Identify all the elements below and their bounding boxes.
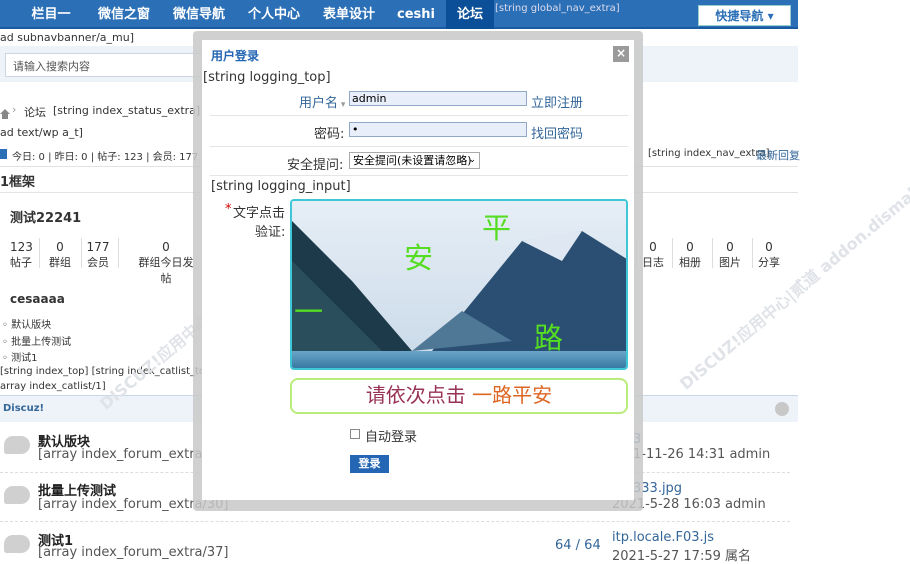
forum-last-post-meta: 1-11-26 14:31 admin [633,447,771,462]
username-label-text: 用户名 [299,96,339,111]
register-link[interactable]: 立即注册 [531,92,583,111]
cesaaaa-item[interactable]: ◦ 默认版块 [2,316,51,331]
forum-icon [4,486,30,504]
home-icon[interactable] [0,104,10,119]
stat-members-label: 会员 [87,256,109,269]
search-input[interactable]: 请输入搜索内容 [5,53,205,77]
nav-item-weixin-nav[interactable]: 微信导航 [162,0,236,29]
stat-blog-label: 日志 [642,256,664,269]
captcha-char[interactable]: 一 [294,289,323,331]
captcha-label-line1: 文字点击 [233,206,286,221]
cesaaaa-item-label: 测试1 [11,353,38,364]
cesaaaa-item[interactable]: ◦ 批量上传测试 [2,333,71,348]
cesaaaa-item-label: 批量上传测试 [11,337,72,348]
stat-image-num: 0 [726,240,734,254]
stat-share-num: 0 [765,240,773,254]
captcha-hint-prefix: 请依次点击 [365,383,473,407]
forum-last-post[interactable]: itp.locale.F03.js [612,530,714,545]
chevron-down-icon: ⌄ [468,155,476,165]
collapse-icon[interactable] [775,402,789,416]
stat-group-today-num: 0 [162,240,170,254]
stat-blog-num: 0 [649,240,657,254]
breadcrumb-current[interactable]: 论坛 [24,104,46,120]
username-label[interactable]: 用户名 ▾ [299,92,345,111]
forum-icon [4,535,30,553]
captcha-hint-target: 一路平安 [472,383,553,407]
stat-posts-label: 帖子 [10,256,32,269]
password-label: 密码: [314,127,345,142]
find-password-link[interactable]: 找回密码 [531,123,583,142]
stat-members-num: 177 [86,240,110,254]
stat-album-label: 相册 [679,256,701,269]
nav-item-weixin-window[interactable]: 微信之窗 [88,0,160,29]
dialog-title: 用户登录 [211,49,260,63]
required-star: * [225,202,232,217]
stat-group-today-label: 群组今日发帖 [138,256,194,285]
stats-line: 今日: 0 | 昨日: 0 | 帖子: 123 | 会员: 177 [12,152,199,163]
nav-item-forum[interactable]: 论坛 [446,0,494,29]
username-input[interactable]: admin [349,91,527,106]
autologin-checkbox[interactable] [350,429,360,439]
captcha-landscape-image [292,201,626,368]
index-top-text: [string index_top] [string index_catlist… [0,366,216,377]
captcha-image[interactable]: 平 安 一 路 [290,199,628,370]
stat-posts-num: 123 [10,240,33,254]
stat-groups-num: 0 [56,240,64,254]
cesaaaa-title[interactable]: cesaaaa [10,292,65,306]
captcha-label-line2: 验证: [255,225,286,240]
index-nav-extra: [string index_nav_extra] [648,148,770,159]
security-question-label: 安全提问: [287,158,344,173]
breadcrumb-separator-icon: › [12,103,17,116]
catlist-text: array index_catlist/1] [0,381,106,392]
autologin-label[interactable]: 自动登录 [365,426,417,445]
text-wp-label: ad text/wp a_t] [0,126,83,139]
close-icon[interactable]: × [613,46,629,62]
cesaaaa-item[interactable]: ◦ 测试1 [2,349,37,364]
security-question-select[interactable]: 安全提问(未设置请忽略) ⌄ [349,152,480,169]
forum-extra: [array index_forum_extra/37] [38,545,229,560]
stat-groups-label: 群组 [49,256,71,269]
forum-last-post-meta: 2021-5-27 17:59 属名 [612,549,752,564]
logging-top-text: [string logging_top] [203,70,331,85]
watermark-image: DISCUZ!应用中心|贰道 addon.dismall.com [676,152,910,394]
stat-image-label: 图片 [719,256,741,269]
quick-nav-button[interactable]: 快捷导航 ▾ [698,5,791,26]
forum-icon [4,436,30,454]
stats-icon [0,149,7,159]
subnav-banner-text: ad subnavbanner/a_mu] [0,31,135,44]
breadcrumb-extra: [string index_status_extra] [53,104,201,117]
stat-album-num: 0 [686,240,694,254]
global-nav-extra: [string global_nav_extra] [495,3,620,14]
nav-item-lanmu1[interactable]: 栏目一 [17,0,85,29]
chevron-down-icon: ▾ [338,100,346,110]
top-nav: 栏目一 微信之窗 微信导航 个人中心 表单设计 ceshi 论坛 [string… [0,0,798,29]
captcha-char[interactable]: 平 [482,205,511,247]
category-title[interactable]: Discuz! [3,403,44,414]
stat-share-label: 分享 [758,256,780,269]
captcha-char[interactable]: 路 [534,315,563,357]
captcha-char[interactable]: 安 [404,235,433,277]
captcha-hint: 请依次点击 一路平安 [290,378,628,414]
security-question-value: 安全提问(未设置请忽略) [353,154,472,167]
cesaaaa-item-label: 默认版块 [11,320,52,331]
nav-item-ceshi[interactable]: ceshi [388,0,444,29]
group-name[interactable]: 测试22241 [10,207,81,226]
nav-item-form-design[interactable]: 表单设计 [313,0,385,29]
nav-item-personal-center[interactable]: 个人中心 [238,0,310,29]
frame-title: 1框架 [0,175,36,190]
login-button[interactable]: 登录 [350,455,389,473]
password-input[interactable]: • [349,122,527,137]
logging-input-text: [string logging_input] [211,179,351,194]
latest-reply-link[interactable]: 最新回复 [756,147,800,163]
